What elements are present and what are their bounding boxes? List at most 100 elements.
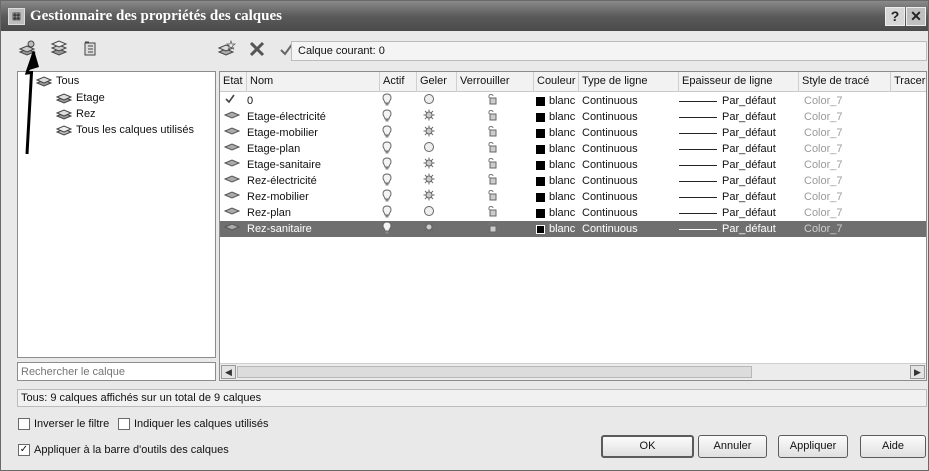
layer-color[interactable]: blanc (549, 157, 583, 173)
snowflake-icon[interactable] (423, 157, 443, 173)
new-layer-icon[interactable] (217, 39, 237, 59)
layer-color[interactable]: blanc (549, 141, 583, 157)
layer-color[interactable]: blanc (549, 93, 583, 109)
layer-row[interactable]: Etage-sanitaire blanc Continuous Par_défaut… (220, 157, 926, 173)
snowflake-icon[interactable] (423, 189, 443, 205)
sun-icon[interactable] (423, 141, 443, 157)
layer-linetype[interactable]: Continuous (582, 93, 677, 109)
col-header-linetype[interactable]: Type de ligne (579, 72, 679, 92)
invert-filter-checkbox[interactable]: Inverser le filtre (18, 418, 109, 430)
layer-linetype[interactable]: Continuous (582, 141, 677, 157)
layer-status-icon[interactable] (224, 157, 244, 173)
filter-tree[interactable]: Tous Etage Rez Tous les calques utilisés (17, 71, 216, 358)
lightbulb-icon[interactable] (382, 173, 402, 189)
layer-color[interactable]: blanc (549, 125, 583, 141)
layer-row[interactable]: 0 blanc Continuous Par_défaut Color_7 (220, 93, 926, 109)
col-header-on[interactable]: Actif (380, 72, 417, 92)
lock-icon[interactable] (486, 189, 506, 205)
snowflake-icon[interactable] (423, 221, 443, 237)
col-header-name[interactable]: Nom (247, 72, 380, 92)
lightbulb-icon[interactable] (382, 125, 402, 141)
lock-icon[interactable] (486, 141, 506, 157)
cancel-button[interactable]: Annuler (698, 435, 767, 458)
layer-status-icon[interactable] (224, 141, 244, 157)
snowflake-icon[interactable] (423, 109, 443, 125)
snowflake-icon[interactable] (423, 173, 443, 189)
layer-status-icon[interactable] (224, 109, 244, 125)
ok-button[interactable]: OK (601, 435, 694, 458)
lightbulb-icon[interactable] (382, 141, 402, 157)
layer-lineweight[interactable]: Par_défaut (722, 109, 782, 125)
layer-color[interactable]: blanc (549, 205, 583, 221)
tree-node-all[interactable]: Tous (36, 75, 79, 87)
search-layer-input[interactable] (17, 362, 216, 381)
layer-row[interactable]: Etage-plan blanc Continuous Par_défaut Color… (220, 141, 926, 157)
tree-node-rez[interactable]: Rez (56, 108, 96, 120)
col-header-plotstyle[interactable]: Style de tracé (799, 72, 891, 92)
lock-icon[interactable] (486, 109, 506, 125)
layer-status-icon[interactable] (224, 189, 244, 205)
lightbulb-icon[interactable] (382, 189, 402, 205)
layer-status-icon[interactable] (224, 221, 244, 237)
lightbulb-icon[interactable] (382, 221, 402, 237)
color-swatch[interactable] (536, 129, 545, 138)
layer-lineweight[interactable]: Par_défaut (722, 141, 782, 157)
col-header-status[interactable]: Etat (220, 72, 247, 92)
layer-name[interactable]: Etage-électricité (247, 109, 377, 125)
layer-linetype[interactable]: Continuous (582, 189, 677, 205)
tree-node-used-layers[interactable]: Tous les calques utilisés (56, 124, 194, 136)
apply-toolbar-checkbox[interactable]: ✓ Appliquer à la barre d'outils des calq… (18, 444, 229, 456)
layer-row[interactable]: Etage-mobilier blanc Continuous Par_défaut C… (220, 125, 926, 141)
layer-row[interactable]: Rez-mobilier blanc Continuous Par_défaut Col… (220, 189, 926, 205)
new-group-filter-icon[interactable] (49, 39, 69, 59)
color-swatch[interactable] (536, 161, 545, 170)
layer-linetype[interactable]: Continuous (582, 125, 677, 141)
help-title-button[interactable]: ? (885, 7, 905, 26)
sun-icon[interactable] (423, 93, 443, 109)
lock-icon[interactable] (486, 125, 506, 141)
layer-linetype[interactable]: Continuous (582, 205, 677, 221)
lock-icon[interactable] (486, 205, 506, 221)
layer-color[interactable]: blanc (549, 109, 583, 125)
layer-list[interactable]: Etat Nom Actif Geler Verrouiller Couleur… (219, 71, 927, 381)
layer-lineweight[interactable]: Par_défaut (722, 221, 782, 237)
lightbulb-icon[interactable] (382, 205, 402, 221)
checkbox-box-checked[interactable]: ✓ (18, 444, 30, 456)
layer-name[interactable]: Rez-sanitaire (247, 221, 377, 237)
new-property-filter-icon[interactable] (17, 39, 37, 59)
layer-lineweight[interactable]: Par_défaut (722, 93, 782, 109)
col-header-freeze[interactable]: Geler (417, 72, 457, 92)
layer-lineweight[interactable]: Par_défaut (722, 125, 782, 141)
lock-icon[interactable] (486, 157, 506, 173)
layer-lineweight[interactable]: Par_défaut (722, 189, 782, 205)
layer-name[interactable]: Etage-sanitaire (247, 157, 377, 173)
layer-states-icon[interactable] (81, 39, 101, 59)
layer-name[interactable]: Rez-mobilier (247, 189, 377, 205)
current-check-icon[interactable] (224, 93, 244, 109)
layer-color[interactable]: blanc (549, 221, 583, 237)
color-swatch[interactable] (536, 113, 545, 122)
layer-lineweight[interactable]: Par_défaut (722, 205, 782, 221)
layer-name[interactable]: Etage-mobilier (247, 125, 377, 141)
lock-icon[interactable] (486, 93, 506, 109)
scroll-thumb[interactable] (237, 366, 752, 378)
layer-linetype[interactable]: Continuous (582, 109, 677, 125)
layer-linetype[interactable]: Continuous (582, 173, 677, 189)
color-swatch[interactable] (536, 209, 545, 218)
checkbox-box[interactable] (18, 418, 30, 430)
layer-status-icon[interactable] (224, 205, 244, 221)
snowflake-icon[interactable] (423, 125, 443, 141)
layer-row[interactable]: Etage-électricité blanc Continuous Par_défa… (220, 109, 926, 125)
lightbulb-icon[interactable] (382, 93, 402, 109)
scroll-right-icon[interactable]: ▶ (910, 365, 925, 379)
layer-row[interactable]: Rez-sanitaire blanc Continuous Par_défaut Co… (220, 221, 926, 237)
close-button[interactable]: ✕ (906, 7, 926, 26)
col-header-lineweight[interactable]: Epaisseur de ligne (679, 72, 799, 92)
lightbulb-icon[interactable] (382, 109, 402, 125)
col-header-plot[interactable]: Tracer (891, 72, 926, 92)
layer-color[interactable]: blanc (549, 189, 583, 205)
layer-linetype[interactable]: Continuous (582, 221, 677, 237)
apply-button[interactable]: Appliquer (778, 435, 848, 458)
layer-linetype[interactable]: Continuous (582, 157, 677, 173)
lightbulb-icon[interactable] (382, 157, 402, 173)
